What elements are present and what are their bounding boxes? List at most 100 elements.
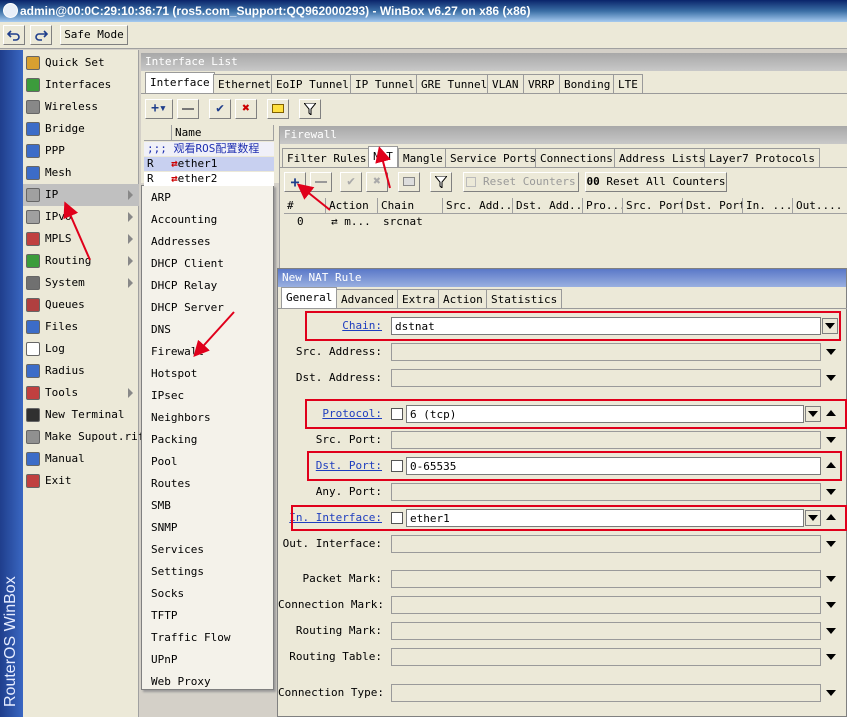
iface-tab-bonding[interactable]: Bonding xyxy=(559,74,616,94)
ip-submenu-item-neighbors[interactable]: Neighbors xyxy=(142,407,273,429)
firewall-tab-service-ports[interactable]: Service Ports xyxy=(445,148,542,168)
enable-button[interactable]: ✔ xyxy=(209,99,231,119)
nat-col-2[interactable]: Chain xyxy=(378,198,443,214)
nat-col-6[interactable]: Src. Port xyxy=(623,198,683,214)
nat-col-3[interactable]: Src. Add... xyxy=(443,198,513,214)
ip-submenu-item-hotspot[interactable]: Hotspot xyxy=(142,363,273,385)
chevron-down-icon[interactable] xyxy=(826,576,836,582)
chevron-down-icon[interactable] xyxy=(826,690,836,696)
firewall-tab-connections[interactable]: Connections xyxy=(535,148,618,168)
packet-mark-field[interactable] xyxy=(391,570,821,588)
filter-rule-button[interactable] xyxy=(430,172,452,192)
menu-item-routing[interactable]: Routing xyxy=(23,250,139,272)
iface-col-name[interactable]: Name xyxy=(172,125,274,141)
disable-button[interactable]: ✖ xyxy=(235,99,257,119)
comment-button[interactable] xyxy=(267,99,289,119)
chevron-down-icon[interactable] xyxy=(826,437,836,443)
menu-item-exit[interactable]: Exit xyxy=(23,470,139,492)
table-row[interactable]: R ⇄ether1 xyxy=(144,157,274,171)
menu-item-new-terminal[interactable]: New Terminal xyxy=(23,404,139,426)
ip-submenu-item-dhcp-client[interactable]: DHCP Client xyxy=(142,253,273,275)
nat-tab-action[interactable]: Action xyxy=(438,289,488,309)
menu-item-radius[interactable]: Radius xyxy=(23,360,139,382)
iface-tab-eoip-tunnel[interactable]: EoIP Tunnel xyxy=(271,74,354,94)
src-port-field[interactable] xyxy=(391,431,821,449)
ip-submenu-item-smb[interactable]: SMB xyxy=(142,495,273,517)
ip-submenu-item-addresses[interactable]: Addresses xyxy=(142,231,273,253)
chevron-down-icon[interactable] xyxy=(826,541,836,547)
out-interface-field[interactable] xyxy=(391,535,821,553)
nat-tab-advanced[interactable]: Advanced xyxy=(336,289,399,309)
dst-address-field[interactable] xyxy=(391,369,821,387)
iface-tab-interface[interactable]: Interface xyxy=(145,72,215,94)
ip-submenu-item-tftp[interactable]: TFTP xyxy=(142,605,273,627)
iface-tab-ip-tunnel[interactable]: IP Tunnel xyxy=(350,74,420,94)
menu-item-wireless[interactable]: Wireless xyxy=(23,96,139,118)
add-nat-rule-button[interactable]: + xyxy=(284,172,306,192)
ip-submenu-item-dhcp-relay[interactable]: DHCP Relay xyxy=(142,275,273,297)
routing-table-field[interactable] xyxy=(391,648,821,666)
redo-button[interactable] xyxy=(30,25,52,45)
firewall-tab-filter-rules[interactable]: Filter Rules xyxy=(282,148,372,168)
ip-submenu-item-dns[interactable]: DNS xyxy=(142,319,273,341)
ip-submenu-item-services[interactable]: Services xyxy=(142,539,273,561)
iface-tab-gre-tunnel[interactable]: GRE Tunnel xyxy=(416,74,493,94)
ip-submenu-item-socks[interactable]: Socks xyxy=(142,583,273,605)
menu-item-ipv6[interactable]: IPv6 xyxy=(23,206,139,228)
nat-tab-general[interactable]: General xyxy=(281,287,338,309)
chevron-down-icon[interactable] xyxy=(826,602,836,608)
comment-rule-button[interactable] xyxy=(398,172,420,192)
any-port-field[interactable] xyxy=(391,483,821,501)
ip-submenu-item-settings[interactable]: Settings xyxy=(142,561,273,583)
undo-button[interactable] xyxy=(3,25,25,45)
menu-item-ip[interactable]: IP xyxy=(23,184,139,206)
chevron-down-icon[interactable] xyxy=(826,654,836,660)
nat-col-4[interactable]: Dst. Add... xyxy=(513,198,583,214)
menu-item-queues[interactable]: Queues xyxy=(23,294,139,316)
disable-rule-button[interactable]: ✖ xyxy=(366,172,388,192)
ip-submenu-item-arp[interactable]: ARP xyxy=(142,187,273,209)
menu-item-system[interactable]: System xyxy=(23,272,139,294)
menu-item-make-supout-rif[interactable]: Make Supout.rif xyxy=(23,426,144,448)
connection-mark-field[interactable] xyxy=(391,596,821,614)
enable-rule-button[interactable]: ✔ xyxy=(340,172,362,192)
ip-submenu-item-snmp[interactable]: SNMP xyxy=(142,517,273,539)
menu-item-files[interactable]: Files xyxy=(23,316,139,338)
ip-submenu-item-traffic-flow[interactable]: Traffic Flow xyxy=(142,627,273,649)
nat-col-1[interactable]: Action xyxy=(326,198,378,214)
menu-item-mesh[interactable]: Mesh xyxy=(23,162,139,184)
menu-item-quick-set[interactable]: Quick Set xyxy=(23,52,139,74)
ip-submenu-item-packing[interactable]: Packing xyxy=(142,429,273,451)
nat-tab-statistics[interactable]: Statistics xyxy=(486,289,563,309)
firewall-tab-layer7-protocols[interactable]: Layer7 Protocols xyxy=(704,148,820,168)
menu-item-manual[interactable]: Manual xyxy=(23,448,139,470)
menu-item-interfaces[interactable]: Interfaces xyxy=(23,74,139,96)
ip-submenu-item-web-proxy[interactable]: Web Proxy xyxy=(142,671,273,693)
ip-submenu-item-pool[interactable]: Pool xyxy=(142,451,273,473)
nat-col-7[interactable]: Dst. Port xyxy=(683,198,743,214)
ip-submenu-item-routes[interactable]: Routes xyxy=(142,473,273,495)
ip-submenu-item-firewall[interactable]: Firewall xyxy=(142,341,273,363)
ip-submenu-item-dhcp-server[interactable]: DHCP Server xyxy=(142,297,273,319)
remove-interface-button[interactable] xyxy=(177,99,199,119)
iface-tab-ethernet[interactable]: Ethernet xyxy=(213,74,276,94)
nat-col-5[interactable]: Pro... xyxy=(583,198,623,214)
ip-submenu-item-accounting[interactable]: Accounting xyxy=(142,209,273,231)
menu-item-mpls[interactable]: MPLS xyxy=(23,228,139,250)
iface-tab-vrrp[interactable]: VRRP xyxy=(523,74,560,94)
firewall-tab-nat[interactable]: NAT xyxy=(368,146,398,168)
src-address-field[interactable] xyxy=(391,343,821,361)
firewall-tab-address-lists[interactable]: Address Lists xyxy=(614,148,711,168)
filter-button[interactable] xyxy=(299,99,321,119)
chevron-down-icon[interactable] xyxy=(826,628,836,634)
chevron-down-icon[interactable] xyxy=(826,375,836,381)
iface-comment-row[interactable]: ;;; 观看ROS配置数程 xyxy=(144,142,274,156)
nat-tab-extra[interactable]: Extra xyxy=(397,289,441,309)
nat-col-8[interactable]: In. ... xyxy=(743,198,793,214)
iface-tab-vlan[interactable]: VLAN xyxy=(487,74,524,94)
menu-item-log[interactable]: Log xyxy=(23,338,139,360)
connection-type-field[interactable] xyxy=(391,684,821,702)
menu-item-bridge[interactable]: Bridge xyxy=(23,118,139,140)
nat-col-9[interactable]: Out.... xyxy=(793,198,847,214)
add-interface-button[interactable]: +▾ xyxy=(145,99,173,119)
